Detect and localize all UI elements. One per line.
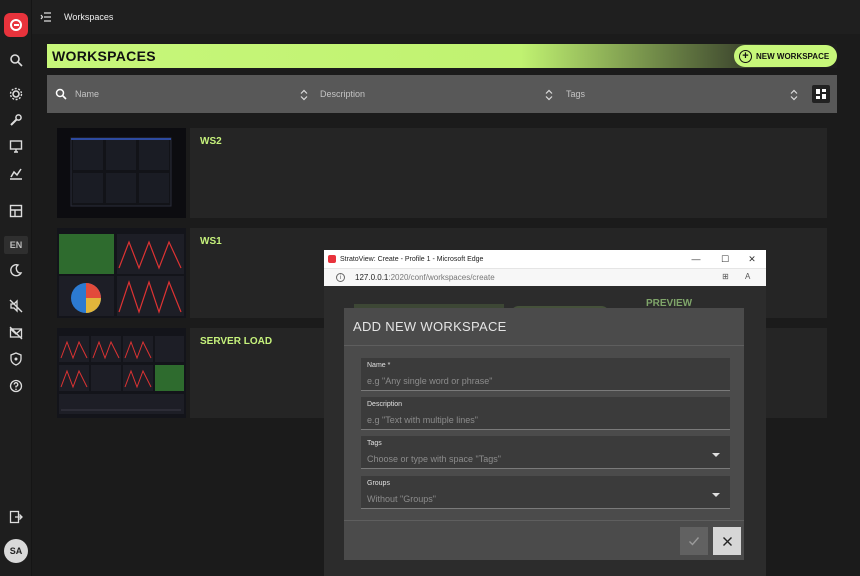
tags-filter-placeholder: Tags [566,89,586,99]
url-path: :2020/conf/workspaces/create [388,273,495,282]
mail-off-icon[interactable] [8,325,24,341]
help-icon[interactable] [8,378,24,394]
app-favicon-icon [328,255,336,263]
name-filter-placeholder: Name [75,89,100,99]
theme-icon[interactable] [8,262,24,278]
logo-icon[interactable] [4,13,28,37]
groups-field-label: Groups [367,480,390,487]
left-rail: EN SA [0,0,32,576]
dialog-title: ADD NEW WORKSPACE [353,319,507,334]
sort-tags-icon[interactable] [790,89,798,101]
card-gutter [186,328,190,418]
workspace-name[interactable]: WS1 [200,236,222,247]
close-icon [722,536,732,546]
groups-field[interactable]: Groups Without "Groups" [361,476,730,509]
tags-field[interactable]: Tags Choose or type with space "Tags" [361,436,730,469]
groups-field-placeholder: Without "Groups" [367,494,436,504]
wrench-icon[interactable] [8,112,24,128]
name-field[interactable]: Name * e.g "Any single word or phrase" [361,358,730,391]
add-workspace-dialog: ADD NEW WORKSPACE Name * e.g "Any single… [344,308,744,560]
close-window-icon[interactable]: ✕ [742,250,762,268]
tags-field-label: Tags [367,440,382,447]
sort-name-icon[interactable] [300,89,308,101]
filter-bar: Name Description Tags [47,75,837,113]
workspace-name[interactable]: WS2 [200,136,222,147]
grid-view-toggle[interactable] [812,85,830,103]
read-aloud-icon[interactable]: A [745,272,755,282]
maximize-icon[interactable]: ☐ [715,250,735,268]
description-field-label: Description [367,401,403,408]
name-filter[interactable]: Name [75,75,300,113]
browser-popup-window: StratoView: Create - Profile 1 - Microso… [324,250,766,576]
cancel-button[interactable] [713,527,741,555]
tags-field-placeholder: Choose or type with space "Tags" [367,454,501,464]
workspace-thumbnail [57,228,186,318]
name-field-label: Name * [367,362,391,369]
minimize-icon[interactable]: — [686,250,706,268]
window-title: StratoView: Create - Profile 1 - Microso… [340,255,484,263]
top-bar: Workspaces [32,0,860,34]
description-field[interactable]: Description e.g "Text with multiple line… [361,397,730,430]
search-icon[interactable] [8,52,24,68]
mute-icon[interactable] [8,298,24,314]
language-selector[interactable]: EN [4,236,28,254]
sort-description-icon[interactable] [545,89,553,101]
divider [344,520,744,521]
chevron-down-icon[interactable] [712,453,720,457]
description-filter-placeholder: Description [320,89,366,99]
settings-icon[interactable] [8,86,24,102]
app: EN SA Workspaces WORKSPACES + NEW WORKSP… [0,0,860,576]
divider [344,345,744,346]
grid-icon [816,89,826,99]
avatar[interactable]: SA [4,539,28,563]
dashboard-icon[interactable] [8,203,24,219]
shield-icon[interactable] [8,351,24,367]
chevron-down-icon[interactable] [712,493,720,497]
breadcrumb: Workspaces [64,12,114,22]
monitor-icon[interactable] [8,138,24,154]
menu-toggle-icon[interactable] [40,11,52,23]
name-field-placeholder: e.g "Any single word or phrase" [367,376,493,386]
address-bar[interactable]: i 127.0.0.1:2020/conf/workspaces/create [324,268,766,286]
page-title: WORKSPACES [52,48,156,64]
workspace-thumbnail [57,328,186,418]
page-header: WORKSPACES [47,44,837,68]
workspace-card[interactable]: WS2 [57,128,827,218]
card-gutter [186,128,190,218]
workspace-thumbnail [57,128,186,218]
confirm-button[interactable] [680,527,708,555]
app-available-icon[interactable]: ⊞ [722,272,732,282]
tags-filter[interactable]: Tags [566,75,786,113]
card-gutter [186,228,190,318]
check-icon [689,537,700,546]
logout-icon[interactable] [8,509,24,525]
add-icon: + [739,49,752,63]
description-field-placeholder: e.g "Text with multiple lines" [367,415,478,425]
search-icon [55,88,67,100]
new-workspace-label: NEW WORKSPACE [756,51,830,61]
chart-icon[interactable] [8,165,24,181]
description-filter[interactable]: Description [320,75,545,113]
workspace-name[interactable]: SERVER LOAD [200,336,272,347]
site-info-icon[interactable]: i [336,273,345,282]
url-host: 127.0.0.1 [355,273,389,282]
new-workspace-button[interactable]: + NEW WORKSPACE [734,45,837,67]
